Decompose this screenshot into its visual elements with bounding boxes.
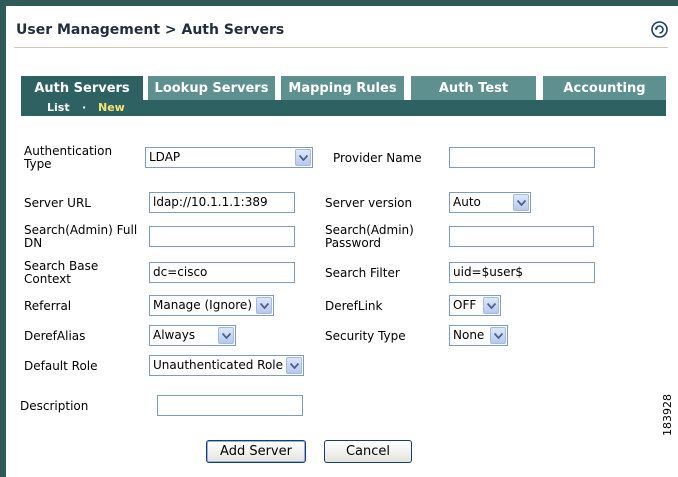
header-divider [14,47,668,48]
chevron-down-icon[interactable] [513,194,529,211]
search-admin-password-label: Search(Admin) Password [325,223,414,250]
server-url-input[interactable]: ldap://10.1.1.1:389 [149,192,295,213]
provider-name-input[interactable] [449,147,595,168]
description-input[interactable] [157,395,303,416]
search-filter-input[interactable]: uid=$user$ [449,262,595,283]
default-role-select[interactable]: Unauthenticated Role [149,355,304,376]
add-server-button[interactable]: Add Server [206,440,306,463]
chevron-down-icon[interactable] [490,327,506,344]
figure-id: 183928 [661,394,674,436]
tab-auth-test[interactable]: Auth Test [411,76,536,100]
provider-name-label: Provider Name [333,151,422,165]
tab-mapping-rules[interactable]: Mapping Rules [281,76,404,100]
server-version-label: Server version [325,196,413,210]
security-type-value: None [453,328,485,342]
chevron-down-icon[interactable] [256,297,272,314]
default-role-value: Unauthenticated Role [153,358,284,372]
search-admin-password-input[interactable] [449,226,594,247]
description-label: Description [20,399,89,413]
chevron-down-icon[interactable] [286,357,302,374]
search-base-context-label: Search Base Context [24,259,99,286]
referral-value: Manage (Ignore) [153,298,252,312]
referral-select[interactable]: Manage (Ignore) [149,295,274,316]
tab-accounting[interactable]: Accounting [543,76,666,100]
chevron-down-icon[interactable] [295,149,311,166]
subtab-new[interactable]: New [98,101,125,114]
dereflink-select[interactable]: OFF [449,295,501,316]
search-admin-dn-label: Search(Admin) Full DN [24,223,138,250]
server-version-select[interactable]: Auto [449,192,531,213]
derefalias-select[interactable]: Always [149,325,236,346]
chevron-down-icon[interactable] [218,327,234,344]
server-version-value: Auto [453,195,481,209]
referral-label: Referral [24,299,72,313]
top-frame-border [0,0,678,6]
dereflink-value: OFF [453,298,477,312]
auth-type-select[interactable]: LDAP [145,147,313,168]
tab-auth-servers[interactable]: Auth Servers [21,76,143,100]
security-type-select[interactable]: None [449,325,508,346]
cancel-button[interactable]: Cancel [324,440,412,463]
refresh-help-icon[interactable] [651,21,668,38]
chevron-down-icon[interactable] [483,297,499,314]
auth-type-value: LDAP [149,150,181,164]
derefalias-value: Always [153,328,196,342]
search-admin-dn-input[interactable] [149,226,295,247]
auth-type-label: Authentication Type [24,144,113,171]
server-url-label: Server URL [24,196,91,210]
default-role-label: Default Role [24,359,98,373]
subtab-list[interactable]: List [47,101,70,114]
left-frame-border [0,0,6,477]
search-base-context-input[interactable]: dc=cisco [149,262,295,283]
derefalias-label: DerefAlias [24,329,86,343]
dereflink-label: DerefLink [325,299,383,313]
security-type-label: Security Type [325,329,406,343]
search-filter-label: Search Filter [325,266,400,280]
subtab-separator: · [82,101,87,114]
breadcrumb: User Management > Auth Servers [16,22,285,38]
tab-lookup-servers[interactable]: Lookup Servers [148,76,275,100]
